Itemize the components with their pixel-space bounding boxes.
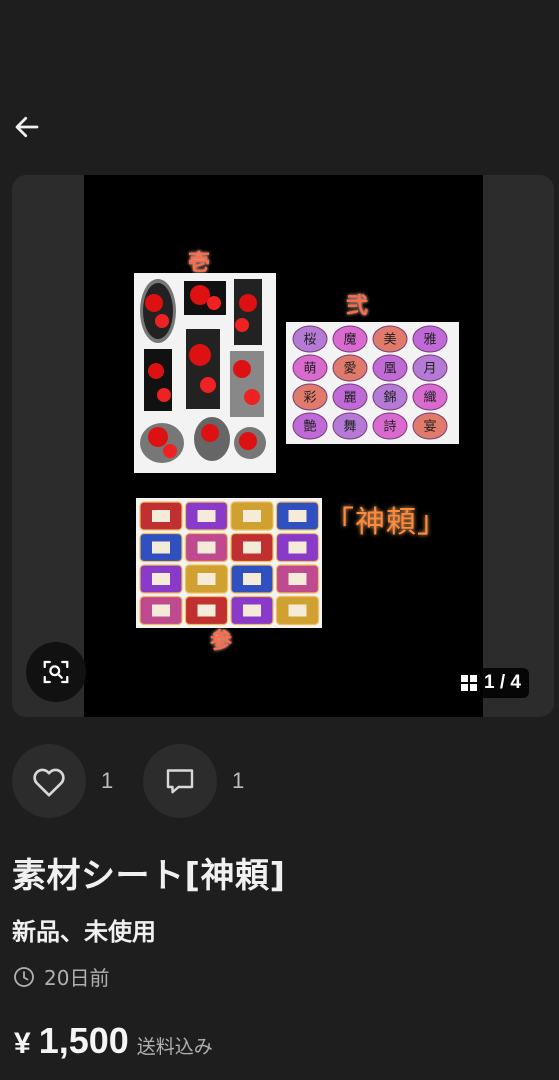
medallion-kanji: 織 bbox=[423, 391, 436, 406]
medallion-kanji: 彩 bbox=[303, 391, 316, 406]
zoom-scan-icon bbox=[43, 660, 69, 684]
photo-brand-title: 「神頼」 bbox=[324, 505, 448, 540]
item-condition: 新品、未使用 bbox=[12, 918, 156, 946]
image-counter-text: 1 / 4 bbox=[484, 672, 521, 693]
medallion-kanji: 舞 bbox=[343, 420, 356, 435]
medallion-kanji: 萌 bbox=[303, 362, 316, 377]
currency-symbol: ¥ bbox=[14, 1027, 31, 1060]
lantern-tile-plate bbox=[243, 541, 261, 554]
lantern-tile-plate bbox=[288, 510, 307, 522]
lantern-tile-plate bbox=[288, 604, 307, 617]
photo-label-ni: 弐 bbox=[346, 293, 369, 319]
image-carousel[interactable]: 壱 弐 参 桜魔美雅萌愛凰月彩麗錦織艶舞詩宴 「神頼」 1 / 4 bbox=[12, 175, 554, 717]
lantern-tile-plate bbox=[243, 604, 261, 617]
medallion-kanji: 魔 bbox=[343, 333, 356, 348]
lantern-tile-plate bbox=[197, 604, 216, 617]
medallion-kanji: 桜 bbox=[303, 333, 316, 348]
image-counter[interactable]: 1 / 4 bbox=[452, 668, 529, 698]
medallion-kanji: 麗 bbox=[343, 391, 356, 406]
comment-count: 1 bbox=[232, 768, 245, 793]
back-button[interactable] bbox=[10, 110, 44, 144]
heart-icon bbox=[33, 768, 65, 797]
medallion-kanji: 詩 bbox=[383, 420, 396, 435]
lantern-tile-plate bbox=[288, 541, 307, 554]
sticker-sheet-medallions: 桜 魔 美 雅萌 愛 凰 月彩 麗 錦 織艶 舞 詩 宴 bbox=[286, 322, 459, 444]
like-button[interactable] bbox=[12, 744, 86, 818]
sticker-sheet-floral bbox=[134, 273, 276, 473]
arrow-left-icon bbox=[15, 116, 39, 138]
medallion-kanji: 錦 bbox=[383, 390, 396, 406]
price-row: ¥ 1,500 送料込み bbox=[14, 1020, 213, 1062]
medallion-kanji: 月 bbox=[423, 362, 436, 377]
lantern-tile-plate bbox=[197, 573, 216, 585]
medallion-kanji: 愛 bbox=[343, 362, 356, 377]
clock-icon bbox=[14, 966, 34, 987]
grid-icon bbox=[461, 675, 477, 691]
lantern-tile-plate bbox=[243, 573, 261, 585]
lantern-tile-plate bbox=[152, 604, 170, 617]
medallion-kanji: 宴 bbox=[423, 419, 436, 435]
medallion-kanji: 雅 bbox=[423, 333, 436, 348]
lantern-tile-plate bbox=[152, 541, 170, 554]
shipping-note: 送料込み bbox=[136, 1036, 213, 1058]
lantern-tile-plate bbox=[152, 510, 170, 522]
medallion-kanji: 美 bbox=[383, 333, 396, 348]
comment-button[interactable] bbox=[143, 744, 217, 818]
posted-time-text: 20日前 bbox=[44, 966, 110, 990]
lantern-tile-plate bbox=[197, 510, 216, 522]
lantern-tile-plate bbox=[152, 573, 170, 585]
zoom-button[interactable] bbox=[26, 642, 86, 702]
comment-icon bbox=[166, 769, 194, 794]
like-count: 1 bbox=[101, 768, 114, 793]
product-photo: 壱 弐 参 桜魔美雅萌愛凰月彩麗錦織艶舞詩宴 「神頼」 bbox=[84, 175, 483, 717]
item-title: 素材シート[神頼] bbox=[12, 856, 286, 896]
item-price: 1,500 bbox=[38, 1020, 129, 1061]
lantern-tile-plate bbox=[243, 510, 261, 522]
posted-time: 20日前 bbox=[12, 962, 109, 991]
medallion-kanji: 艶 bbox=[303, 419, 316, 435]
medallion-kanji: 凰 bbox=[383, 362, 396, 377]
lantern-tile-plate bbox=[288, 573, 307, 585]
sticker-sheet-tiles bbox=[136, 498, 322, 628]
lantern-tile-plate bbox=[197, 541, 216, 554]
